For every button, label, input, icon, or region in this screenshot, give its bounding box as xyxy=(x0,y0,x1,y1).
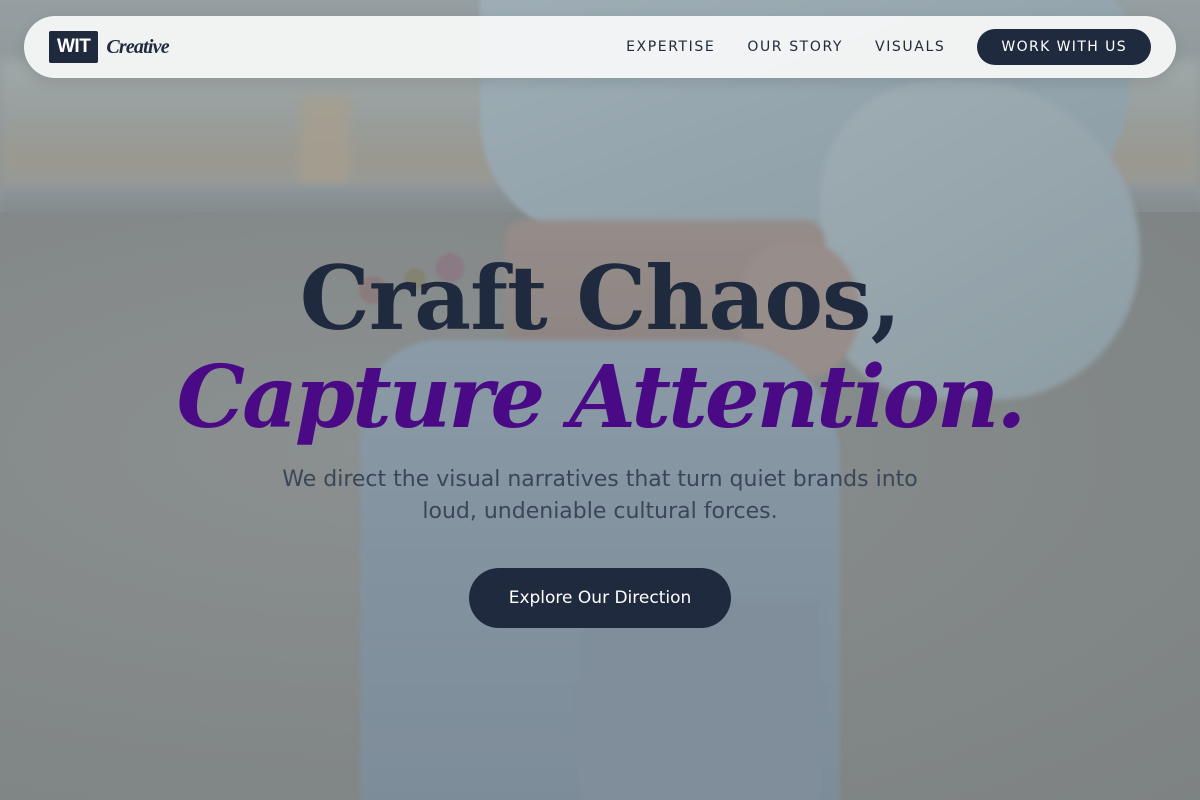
hero-subheading: We direct the visual narratives that tur… xyxy=(282,467,918,524)
top-navigation-bar: WIT Creative EXPERTISE OUR STORY VISUALS… xyxy=(24,16,1176,78)
nav-link-expertise[interactable]: EXPERTISE xyxy=(626,39,715,55)
hero-headline-line-1: Craft Chaos, xyxy=(299,246,901,350)
explore-direction-button[interactable]: Explore Our Direction xyxy=(468,568,732,628)
nav-links: EXPERTISE OUR STORY VISUALS WORK WITH US xyxy=(626,29,1151,65)
nav-link-our-story[interactable]: OUR STORY xyxy=(747,39,843,55)
hero-section: Craft Chaos, Capture Attention. We direc… xyxy=(0,250,1200,628)
nav-link-visuals[interactable]: VISUALS xyxy=(875,39,945,55)
brand-logo[interactable]: WIT Creative xyxy=(49,31,170,63)
work-with-us-button[interactable]: WORK WITH US xyxy=(977,29,1151,65)
logo-wordmark: Creative xyxy=(106,35,169,58)
logo-mark: WIT xyxy=(49,31,99,63)
hero-headline-line-2: Capture Attention. xyxy=(176,347,1027,448)
